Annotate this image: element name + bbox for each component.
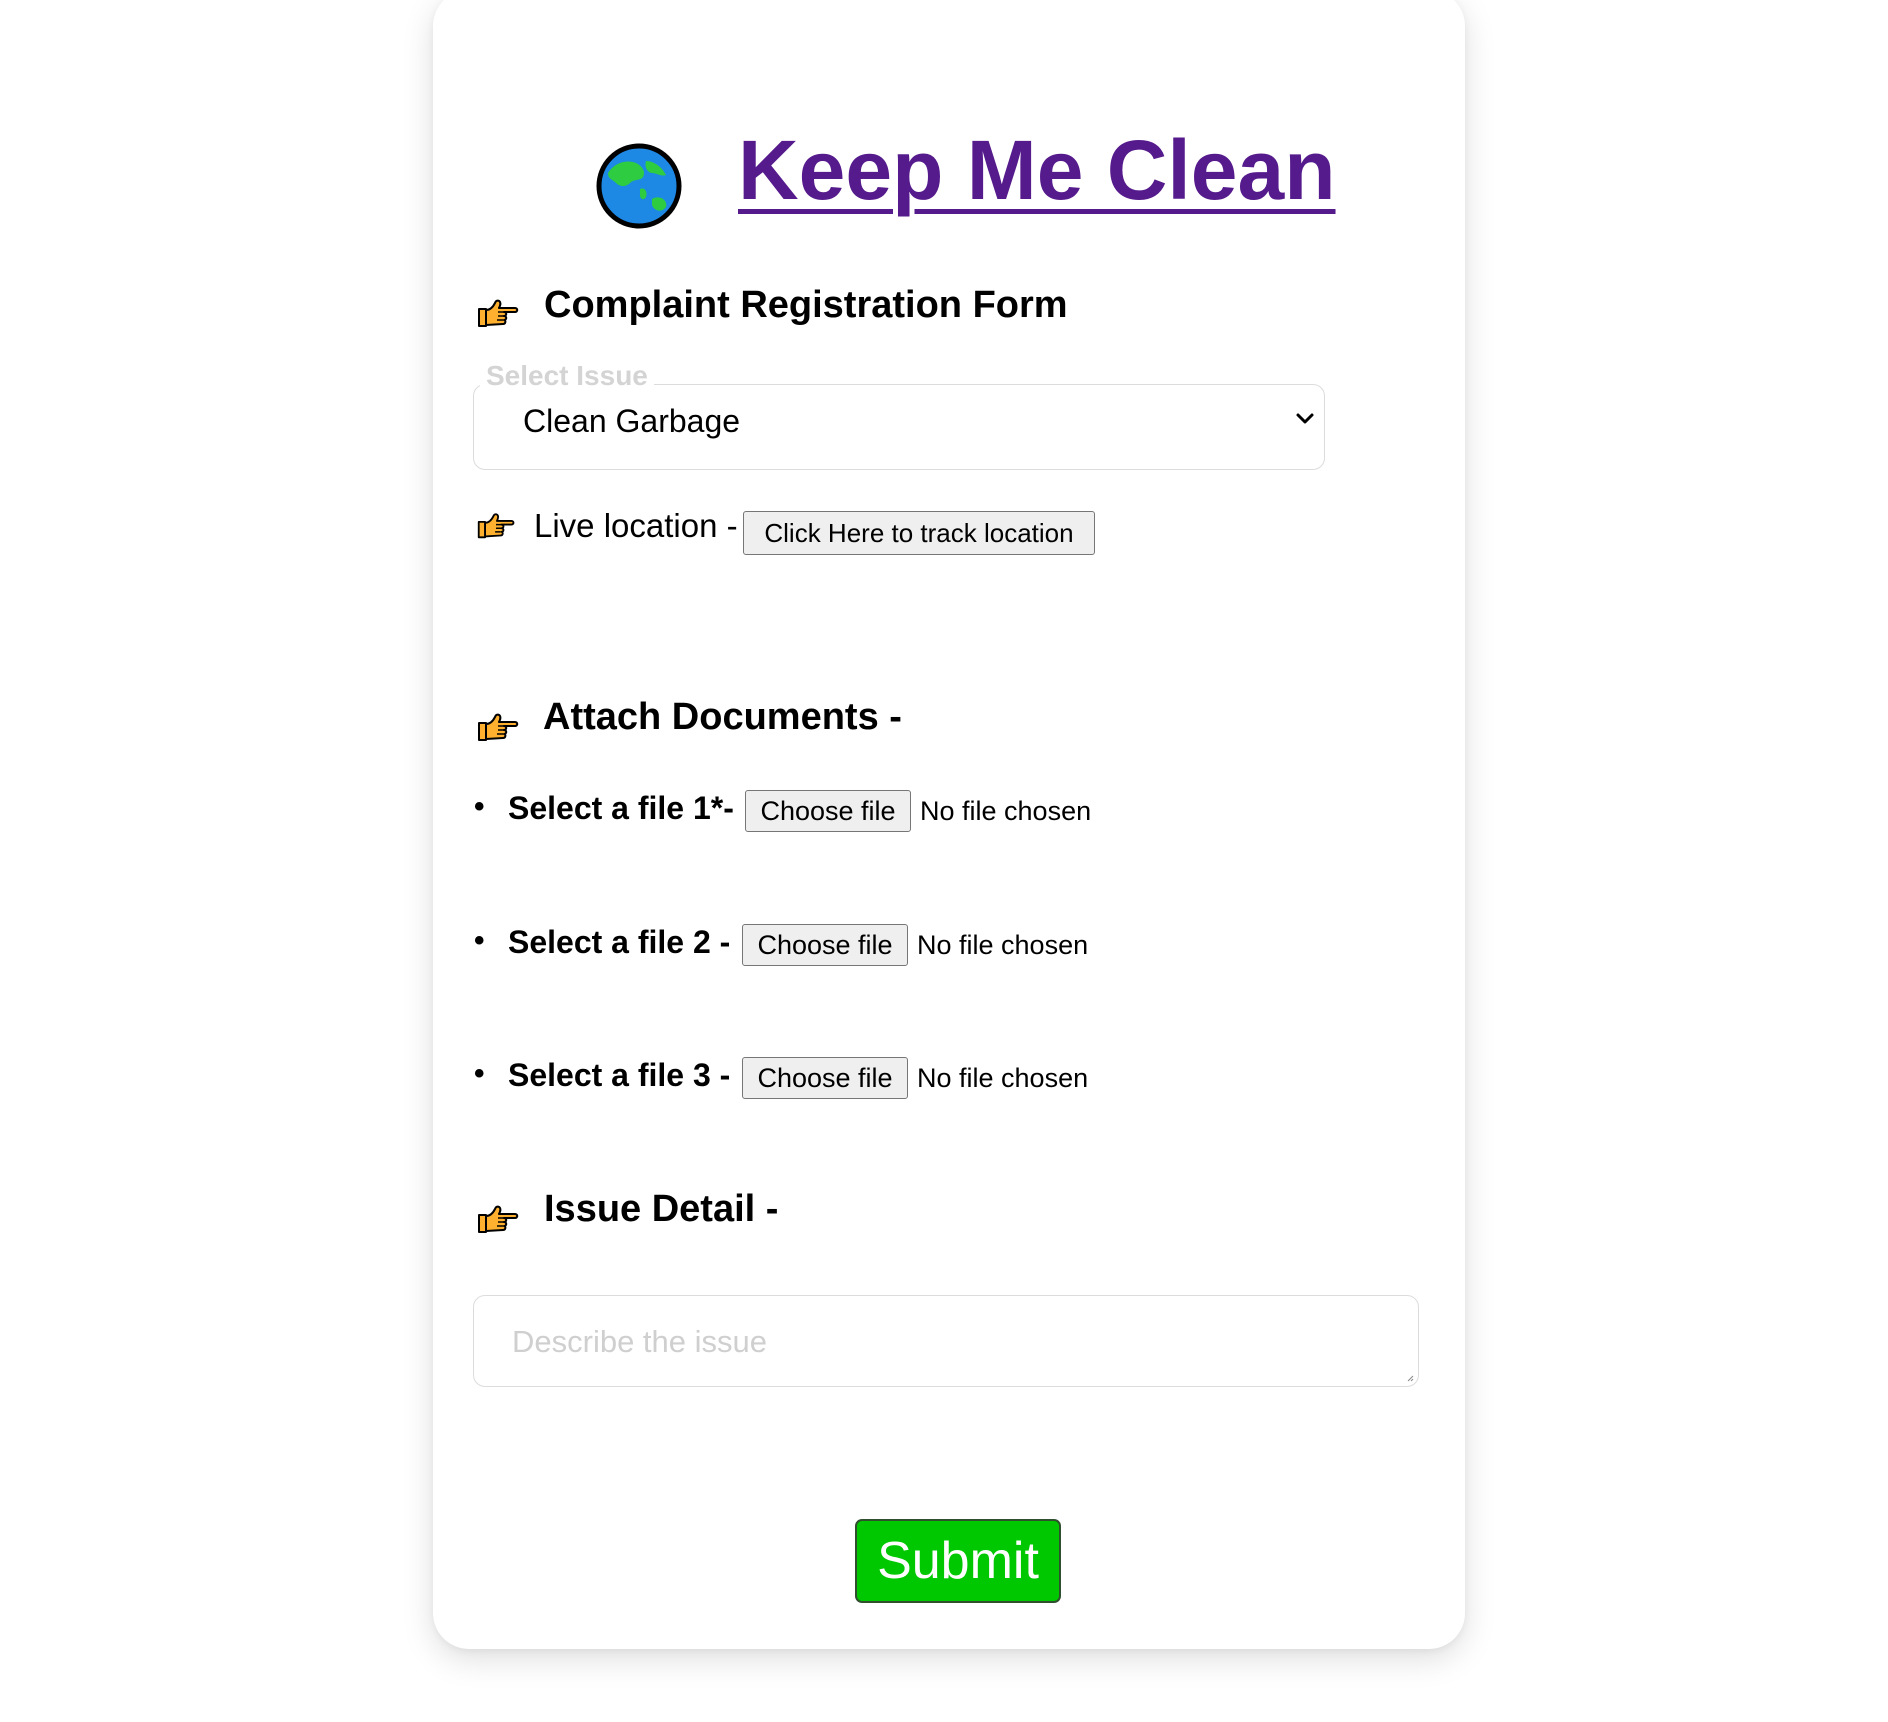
pointing-hand-icon (476, 510, 516, 541)
pointing-hand-icon (476, 1202, 520, 1236)
chevron-down-icon (1296, 413, 1314, 424)
file-1-status: No file chosen (920, 796, 1092, 826)
live-location-label: Live location - (534, 507, 738, 544)
submit-button[interactable]: Submit (855, 1519, 1061, 1603)
list-bullet: • (474, 1057, 485, 1090)
file-3-label: Select a file 3 - (508, 1057, 731, 1093)
pointing-hand-icon (476, 710, 520, 744)
choose-file-2-button[interactable]: Choose file (742, 924, 908, 966)
globe-asia-icon (596, 143, 682, 229)
app-title-link[interactable]: Keep Me Clean (738, 122, 1336, 219)
file-2-label: Select a file 2 - (508, 924, 731, 960)
resize-grip-icon[interactable] (1406, 1374, 1414, 1382)
issue-select-value: Clean Garbage (523, 403, 741, 439)
issue-description-placeholder: Describe the issue (512, 1324, 768, 1359)
choose-file-1-button[interactable]: Choose file (745, 790, 911, 832)
list-bullet: • (474, 924, 485, 957)
issue-detail-heading: Issue Detail - (544, 1188, 779, 1230)
attach-documents-heading: Attach Documents - (543, 696, 902, 738)
complaint-card: Keep Me Clean Complaint Registration For… (433, 0, 1465, 1649)
issue-description-textarea[interactable]: Describe the issue (473, 1295, 1419, 1387)
file-3-status: No file chosen (917, 1063, 1089, 1093)
track-location-button[interactable]: Click Here to track location (743, 511, 1095, 555)
pointing-hand-icon (476, 296, 520, 330)
list-bullet: • (474, 790, 485, 823)
file-2-status: No file chosen (917, 930, 1089, 960)
choose-file-3-button[interactable]: Choose file (742, 1057, 908, 1099)
issue-select-legend: Select Issue (480, 360, 654, 392)
form-heading: Complaint Registration Form (544, 284, 1068, 326)
file-1-label: Select a file 1*- (508, 790, 734, 826)
